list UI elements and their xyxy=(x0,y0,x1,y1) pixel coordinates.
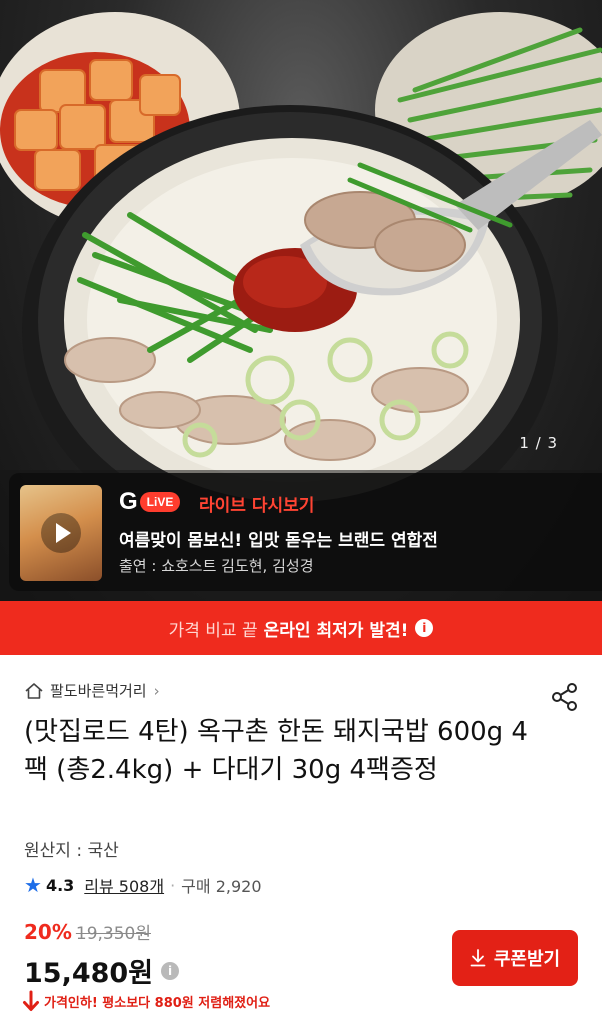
promo-text-light: 가격 비교 끝 xyxy=(168,620,258,641)
store-link[interactable]: 팔도바른먹거리 › xyxy=(24,680,160,701)
price-info-icon[interactable]: i xyxy=(161,961,180,980)
live-cast: 출연 : 쇼호스트 김도현, 김성경 xyxy=(119,557,314,575)
separator-dot: · xyxy=(170,875,176,895)
original-price: 19,350원 xyxy=(75,924,151,944)
info-icon[interactable]: i xyxy=(415,619,434,637)
glive-logo: G LiVE xyxy=(119,488,181,515)
coupon-button-label: 쿠폰받기 xyxy=(493,949,561,969)
lowest-price-banner[interactable]: 가격 비교 끝 온라인 최저가 발견! i xyxy=(0,601,602,655)
discount-rate: 20% xyxy=(24,920,72,944)
price-drop-text: 가격인하! 평소보다 880원 저렴해졌어요 xyxy=(44,995,271,1011)
price-row: 15,480원 i xyxy=(24,951,180,990)
coupon-button[interactable]: 쿠폰받기 xyxy=(452,930,578,986)
chevron-right-icon: › xyxy=(153,681,160,700)
rating-row: ★ 4.3 리뷰 508개 · 구매 2,920 xyxy=(24,873,262,897)
live-title: 여름맞이 몸보신! 입맛 돋우는 브랜드 연합전 xyxy=(119,531,438,551)
discount-row: 20% 19,350원 xyxy=(24,919,151,944)
sale-price: 15,480원 xyxy=(24,958,154,989)
live-replay-banner[interactable]: G LiVE 라이브 다시보기 여름맞이 몸보신! 입맛 돋우는 브랜드 연합전… xyxy=(9,473,602,591)
live-thumbnail[interactable] xyxy=(20,485,102,581)
glive-logo-letter: G xyxy=(119,488,138,515)
star-icon: ★ xyxy=(24,873,42,897)
promo-text-bold: 온라인 최저가 발견! xyxy=(263,620,409,641)
store-name: 팔도바른먹거리 xyxy=(50,682,147,700)
product-title: (맛집로드 4탄) 옥구촌 한돈 돼지국밥 600g 4팩 (총2.4kg) +… xyxy=(24,717,528,785)
rating-score: 4.3 xyxy=(45,875,75,895)
purchase-count: 구매 2,920 xyxy=(181,877,262,896)
image-counter: 1 / 3 xyxy=(519,434,558,452)
share-icon[interactable] xyxy=(551,682,579,712)
price-drop-notice: 가격인하! 평소보다 880원 저렴해졌어요 xyxy=(22,990,270,1012)
arrow-down-icon xyxy=(23,990,39,1011)
live-replay-tag: 라이브 다시보기 xyxy=(199,496,315,516)
review-link[interactable]: 리뷰 508개 xyxy=(84,873,164,897)
play-icon[interactable] xyxy=(41,513,81,553)
home-icon xyxy=(25,682,43,699)
origin-info: 원산지 : 국산 xyxy=(24,841,119,861)
live-badge: LiVE xyxy=(139,492,181,512)
download-icon xyxy=(470,949,486,967)
